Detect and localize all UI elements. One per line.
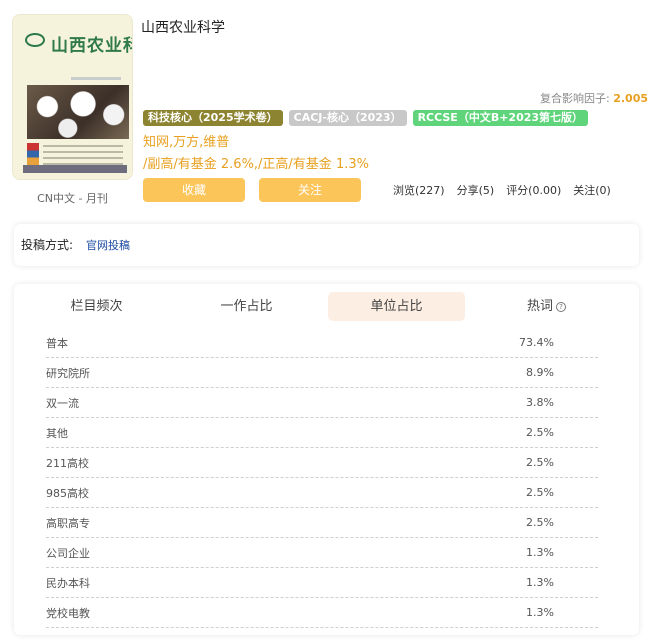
- tab-label: 一作占比: [220, 299, 273, 314]
- row-name: 普本: [46, 336, 68, 350]
- table-row: 211高校 2.5%: [46, 448, 598, 478]
- row-name: 研究院所: [46, 366, 90, 380]
- institution-table: 普本 73.4% 研究院所 8.9% 双一流 3.8% 其他 2.5% 211高校 2.5…: [46, 328, 598, 628]
- row-name: 民办本科: [46, 576, 90, 590]
- tab-column-frequency[interactable]: 栏目频次: [28, 292, 165, 321]
- submission-link[interactable]: 官网投稿: [86, 237, 130, 253]
- table-row: 双一流 3.8%: [46, 388, 598, 418]
- table-row: 民办本科 1.3%: [46, 568, 598, 598]
- tab-label: 热词: [526, 299, 553, 314]
- stat-views: 浏览(227): [393, 184, 445, 197]
- stat-follows: 关注(0): [573, 184, 611, 197]
- database-list: 知网,万方,维普: [143, 135, 230, 150]
- row-pct: 1.3%: [526, 606, 554, 619]
- row-name: 双一流: [46, 396, 79, 410]
- cn-frequency: CN中文 - 月刊: [37, 192, 108, 205]
- table-row: 普本 73.4%: [46, 328, 598, 358]
- row-name: 其他: [46, 426, 68, 440]
- table-row: 党校电教 1.3%: [46, 598, 598, 628]
- table-row: 985高校 2.5%: [46, 478, 598, 508]
- help-icon[interactable]: ?: [556, 301, 566, 312]
- row-name: 高职高专: [46, 516, 90, 530]
- impact-factor-value: 2.005: [613, 92, 648, 105]
- row-pct: 2.5%: [526, 456, 554, 469]
- row-pct: 1.3%: [526, 546, 554, 559]
- row-pct: 2.5%: [526, 486, 554, 499]
- table-row: 研究院所 8.9%: [46, 358, 598, 388]
- cover-cotton-image: [27, 85, 129, 139]
- tab-first-author[interactable]: 一作占比: [178, 292, 315, 321]
- stats-card: 栏目频次 一作占比 单位占比 热词? 普本 73.4% 研究院所 8.9% 双一流 3…: [14, 284, 639, 635]
- tag-rccse: RCCSE（中文B+2023第七版）: [412, 110, 589, 126]
- stat-shares: 分享(5): [456, 184, 495, 197]
- cover-subtitle-lines-2: [71, 77, 121, 80]
- cover-color-strip: [27, 143, 39, 165]
- journal-title: 山西农业科学: [141, 20, 225, 36]
- fund-ratio: /副高/有基金 2.6%,/正高/有基金 1.3%: [143, 157, 369, 172]
- tag-cacj: CACJ-核心（2023）: [288, 110, 407, 126]
- journal-logo-icon: [25, 33, 45, 47]
- stats-tabs: 栏目频次 一作占比 单位占比 热词?: [28, 292, 628, 321]
- table-row: 公司企业 1.3%: [46, 538, 598, 568]
- submission-card: 投稿方式: 官网投稿: [14, 224, 639, 266]
- stats-bar: 浏览(227) 分享(5) 评分(0.00) 关注(0): [393, 182, 611, 198]
- index-tags: 科技核心（2025学术卷） CACJ-核心（2023） RCCSE（中文B+20…: [143, 110, 589, 126]
- row-name: 党校电教: [46, 606, 90, 620]
- cover-title: 山西农业科学: [51, 36, 132, 56]
- row-pct: 1.3%: [526, 576, 554, 589]
- row-pct: 8.9%: [526, 366, 554, 379]
- tab-institution[interactable]: 单位占比: [328, 292, 465, 321]
- table-row: 其他 2.5%: [46, 418, 598, 448]
- stat-rating: 评分(0.00): [506, 184, 562, 197]
- row-pct: 2.5%: [526, 426, 554, 439]
- cover-subtitle-lines: [27, 55, 123, 58]
- row-pct: 73.4%: [519, 336, 554, 349]
- row-pct: 3.8%: [526, 396, 554, 409]
- journal-cover: 山西农业科学: [12, 14, 133, 180]
- row-pct: 2.5%: [526, 516, 554, 529]
- row-name: 211高校: [46, 456, 89, 470]
- favorite-button[interactable]: 收藏: [143, 178, 245, 202]
- submission-label: 投稿方式:: [21, 238, 74, 252]
- tag-kejihexin: 科技核心（2025学术卷）: [143, 110, 283, 126]
- follow-button[interactable]: 关注: [259, 178, 361, 202]
- table-row: 高职高专 2.5%: [46, 508, 598, 538]
- tab-label: 单位占比: [370, 299, 423, 314]
- row-name: 985高校: [46, 486, 89, 500]
- tab-hot-words[interactable]: 热词?: [478, 292, 615, 321]
- cover-bottom-bar: [23, 165, 127, 173]
- row-name: 公司企业: [46, 546, 90, 560]
- tab-label: 栏目频次: [70, 299, 123, 314]
- impact-factor-label: 复合影响因子:: [540, 92, 614, 105]
- impact-factor: 复合影响因子: 2.005: [540, 90, 648, 106]
